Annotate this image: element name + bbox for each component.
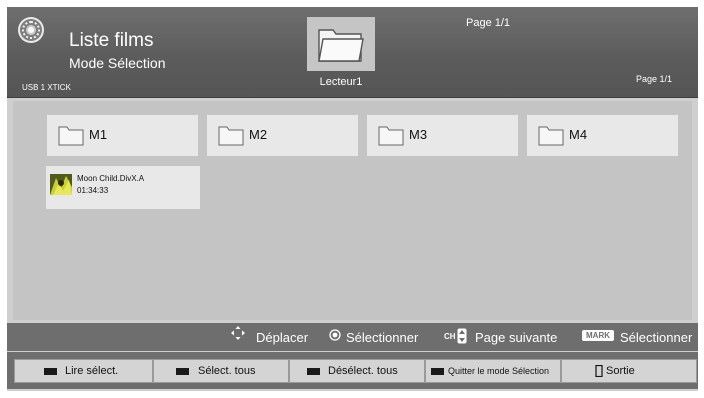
page-indicator-top: Page 1/1	[466, 17, 511, 29]
folder-item-m1[interactable]: M1	[47, 115, 198, 156]
nav-move-hint: Déplacer	[256, 330, 309, 345]
folder-item-m2[interactable]: M2	[207, 115, 358, 156]
ch-badge: CH	[444, 332, 456, 341]
page-indicator: Page 1/1	[636, 74, 673, 84]
exit-button[interactable]: Sortie	[561, 359, 697, 383]
film-reel-icon	[18, 17, 44, 43]
mode-subtitle: Mode Sélection	[69, 55, 166, 71]
folder-icon	[538, 126, 564, 146]
folder-icon	[218, 126, 244, 146]
nav-next-page-hint: Page suivante	[475, 330, 558, 345]
folder-name: M2	[249, 127, 268, 142]
nav-select-hint: Sélectionner	[346, 330, 419, 345]
folder-icon	[58, 126, 84, 146]
usb-device-label: USB 1 XTICK	[22, 83, 71, 92]
video-item[interactable]: Moon Child.DivX.A 01:34:33	[46, 166, 200, 209]
video-title: Moon Child.DivX.A	[77, 174, 145, 183]
color-key-icon	[176, 368, 189, 375]
button-label: Lire sélect.	[65, 365, 119, 377]
tv-screen: Liste films Mode Sélection USB 1 XTICK L…	[0, 0, 704, 398]
folder-name: M1	[89, 127, 108, 142]
page-title: Liste films	[69, 30, 154, 51]
folder-item-m3[interactable]: M3	[367, 115, 518, 156]
folder-name: M4	[569, 127, 588, 142]
folder-icon	[378, 126, 404, 146]
header-divider	[7, 97, 698, 98]
button-label: Désélect. tous	[328, 365, 398, 377]
nav-mark-select-hint: Sélectionner	[620, 330, 693, 345]
mark-badge: MARK	[582, 330, 614, 341]
play-selected-button[interactable]: Lire sélect.	[14, 359, 153, 383]
color-key-icon	[44, 368, 57, 375]
ok-icon	[329, 329, 341, 341]
exit-icon	[595, 365, 603, 377]
current-folder-tile[interactable]	[307, 17, 375, 71]
arrows-icon	[231, 326, 245, 340]
folder-large-icon	[318, 29, 364, 62]
ch-updown-icon	[457, 328, 467, 344]
deselect-all-button[interactable]: Désélect. tous	[289, 359, 425, 383]
button-label: Sélect. tous	[198, 365, 256, 377]
exit-selection-mode-button[interactable]: Quitter le mode Sélection	[425, 359, 561, 383]
folder-item-m4[interactable]: M4	[527, 115, 678, 156]
video-duration: 01:34:33	[77, 186, 109, 195]
button-label: Sortie	[606, 365, 635, 377]
color-key-icon	[307, 368, 320, 375]
button-label: Quitter le mode Sélection	[448, 366, 550, 376]
color-key-icon	[431, 368, 444, 375]
select-all-button[interactable]: Sélect. tous	[153, 359, 289, 383]
current-folder-label: Lecteur1	[319, 76, 363, 88]
folder-name: M3	[409, 127, 428, 142]
video-thumbnail	[50, 174, 72, 195]
